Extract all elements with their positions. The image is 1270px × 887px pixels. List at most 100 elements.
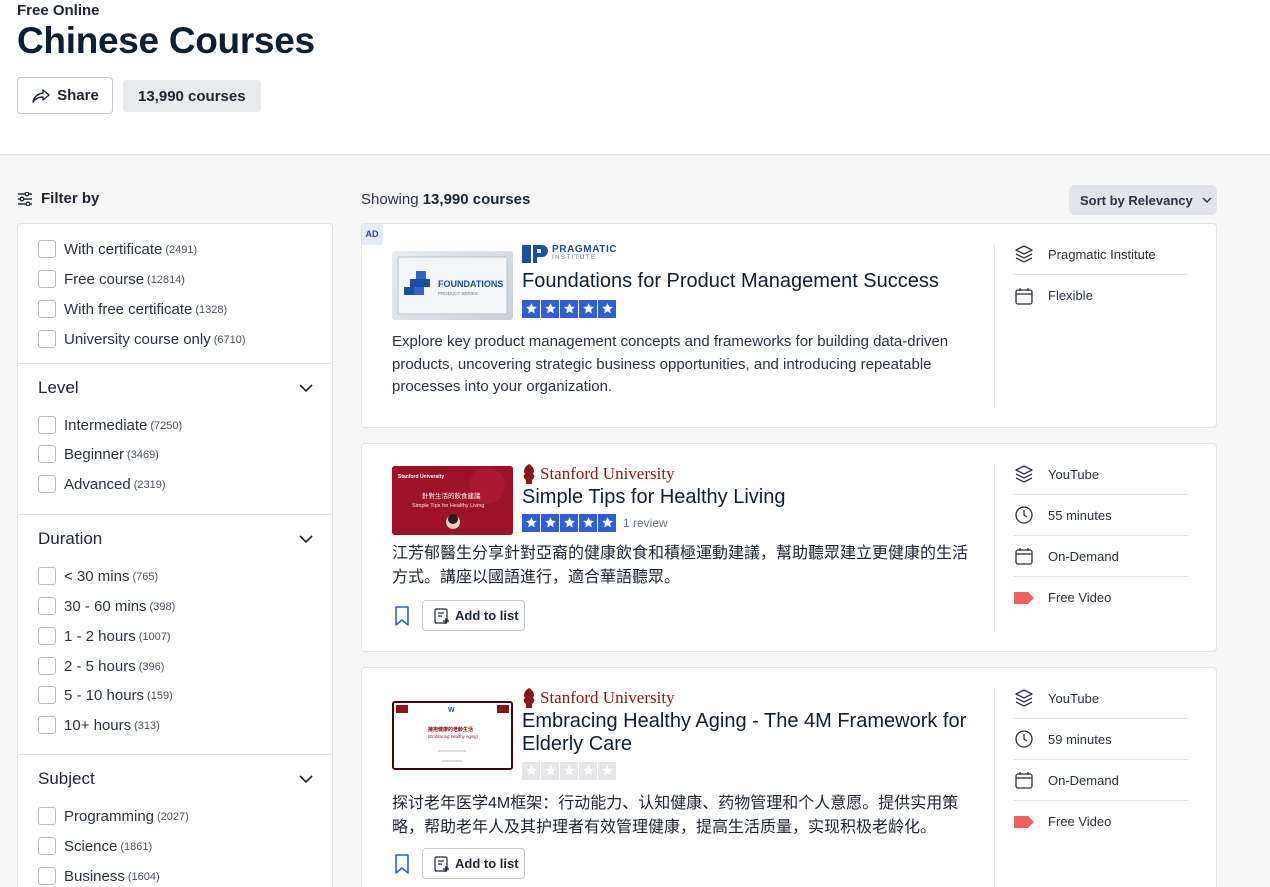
rating-stars [522,761,616,780]
filter-duration-4[interactable]: 5 - 10 hours (159) [38,685,173,705]
filter-subject-science[interactable]: Science (1861) [38,836,152,856]
course-card[interactable]: W 擁抱健康的老齡生活 (Embracing Healthy Aging) St… [361,667,1217,887]
course-description: 江芳郁醫生分享針對亞裔的健康飲食和積極運動建議，幫助聽眾建立更健康的生活方式。講… [392,545,969,586]
healthy-living-thumbnail-image: Stanford University 針對生活的飲食建議 Simple Tip… [392,466,513,535]
filter-duration-2[interactable]: 1 - 2 hours (1007) [38,626,171,646]
checkbox[interactable] [38,657,56,675]
checkbox[interactable] [38,597,56,615]
filter-subject-business[interactable]: Business (1604) [38,866,160,886]
checkbox[interactable] [38,445,56,463]
checkbox[interactable] [38,270,56,288]
star-filled-icon [598,299,616,318]
meta-schedule: On-Demand [1014,760,1188,801]
bookmark-icon[interactable] [394,606,410,626]
meta-duration: 55 minutes [1014,495,1188,536]
checkbox[interactable] [38,627,56,645]
star-empty-icon [522,761,540,780]
course-card[interactable]: Stanford University 針對生活的飲食建議 Simple Tip… [361,443,1217,652]
star-filled-icon [560,299,578,318]
star-empty-icon [598,761,616,780]
filter-with-certificate[interactable]: With certificate (2491) [38,239,197,259]
course-title[interactable]: Simple Tips for Healthy Living [522,486,982,509]
checkbox[interactable] [38,240,56,258]
provider-name: Stanford University [540,464,675,483]
sort-label: Sort by Relevancy [1080,192,1193,208]
thumb-subtitle: Simple Tips for Healthy Living [412,503,484,509]
subject-title: Subject [38,769,95,788]
chevron-down-icon [1202,197,1212,203]
level-title: Level [38,378,79,397]
filter-duration-1[interactable]: 30 - 60 mins (398) [38,596,175,616]
video-icon [1014,815,1034,828]
course-card[interactable]: AD FOUNDATIONS PRODUCT SERIES PRAGMATIC … [361,223,1217,428]
filter-level-beginner[interactable]: Beginner (3469) [38,444,159,464]
chevron-down-icon[interactable] [298,380,314,396]
filter-duration-0[interactable]: < 30 mins (765) [38,566,158,586]
rating-stars: 1 review [522,513,668,532]
calendar-icon [1015,772,1033,789]
filter-university-only[interactable]: University course only (6710) [38,329,246,349]
thumb-subtitle: (Embracing Healthy Aging) [428,734,478,739]
filter-free-certificate[interactable]: With free certificate (1328) [38,299,227,319]
filter-group-general: With certificate (2491) Free course (12814… [18,224,332,364]
provider-logo[interactable]: PRAGMATIC INSTITUTE [522,244,617,264]
provider-logo[interactable]: Stanford University [522,464,675,484]
checkbox[interactable] [38,416,56,434]
course-count-badge: 13,990 courses [123,80,261,112]
checkbox[interactable] [38,807,56,825]
sliders-icon [18,191,32,206]
calendar-icon [1015,548,1033,565]
checkbox[interactable] [38,867,56,885]
thumb-title: FOUNDATIONS [438,279,503,289]
checkbox[interactable] [38,300,56,318]
star-filled-icon [541,513,559,532]
checkbox[interactable] [38,686,56,704]
provider-wordmark: PRAGMATIC INSTITUTE [552,244,618,262]
share-button[interactable]: Share [17,77,113,114]
filter-level-intermediate[interactable]: Intermediate (7250) [38,415,182,435]
filter-sidebar: With certificate (2491) Free course (12814… [17,223,333,887]
filter-duration-5[interactable]: 10+ hours (313) [38,715,160,735]
rating-stars [522,299,616,318]
filter-duration-3[interactable]: 2 - 5 hours (396) [38,656,164,676]
course-thumbnail[interactable]: FOUNDATIONS PRODUCT SERIES [392,251,513,320]
meta-schedule: On-Demand [1014,536,1188,577]
filter-group-subject: Subject Programming (2027) Science (1861) … [18,755,332,887]
bookmark-icon[interactable] [394,854,410,874]
filter-subject-programming[interactable]: Programming (2027) [38,806,189,826]
checkbox[interactable] [38,716,56,734]
checkbox[interactable] [38,330,56,348]
chevron-down-icon[interactable] [298,531,314,547]
filter-level-advanced[interactable]: Advanced (2319) [38,474,166,494]
meta-provider: YouTube [1014,454,1188,495]
add-to-list-button[interactable]: Add to list [422,600,525,631]
star-filled-icon [560,513,578,532]
review-count[interactable]: 1 review [623,516,668,530]
meta-format: Free Video [1014,801,1188,842]
stanford-tree-icon [523,688,535,708]
provider-logo[interactable]: Stanford University [522,688,675,708]
checkbox[interactable] [38,475,56,493]
thumb-title: 擁抱健康的老齡生活 [428,726,473,733]
course-thumbnail[interactable]: W 擁抱健康的老齡生活 (Embracing Healthy Aging) [392,701,513,770]
star-filled-icon [522,513,540,532]
sort-dropdown[interactable]: Sort by Relevancy [1069,185,1217,215]
layers-icon [1015,689,1033,707]
list-add-icon [434,607,449,624]
course-thumbnail[interactable]: Stanford University 針對生活的飲食建議 Simple Tip… [392,466,513,535]
chevron-down-icon[interactable] [298,771,314,787]
filter-free-course[interactable]: Free course (12814) [38,269,185,289]
layers-icon [1015,465,1033,483]
course-title[interactable]: Foundations for Product Management Succe… [522,270,982,293]
add-to-list-button[interactable]: Add to list [422,848,525,879]
checkbox[interactable] [38,837,56,855]
course-title[interactable]: Embracing Healthy Aging - The 4M Framewo… [522,710,982,756]
page-kicker: Free Online [17,2,100,19]
filter-group-duration: Duration < 30 mins (765) 30 - 60 mins (398… [18,515,332,755]
page-header: Free Online Chinese Courses Share 13,990… [0,0,1270,155]
filter-group-level: Level Intermediate (7250) Beginner (3469) … [18,364,332,515]
foundations-thumbnail-image: FOUNDATIONS PRODUCT SERIES [397,256,508,315]
checkbox[interactable] [38,567,56,585]
list-add-icon [434,855,449,872]
clock-icon [1015,506,1033,524]
